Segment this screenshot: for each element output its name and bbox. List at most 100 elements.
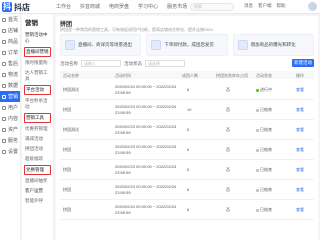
sidebar-item[interactable]: 店铺	[0, 25, 20, 36]
top-search-input[interactable]: 搜索	[190, 3, 234, 11]
sidebar-item[interactable]: 物流	[0, 69, 20, 80]
activity-name-cell: 拼团测试	[63, 127, 79, 132]
activity-time-cell: 2020/02/24 00:00:00 ~ 2022/02/24 23:59:5…	[115, 84, 177, 95]
avatar[interactable]	[308, 2, 317, 11]
nav-icon	[2, 83, 6, 88]
subnav-item[interactable]: 拼团活动	[22, 144, 53, 154]
status-dot-icon	[256, 88, 259, 92]
top-nav-item[interactable]: 电商罗盘	[109, 3, 129, 10]
nav-icon	[2, 72, 6, 77]
subnav-item[interactable]: 达人营销工具	[22, 68, 53, 84]
feature-icon	[237, 40, 248, 50]
help-link[interactable]: 帮助	[277, 3, 286, 9]
view-link[interactable]: 查看	[296, 87, 304, 93]
activity-name-label: 活动名称	[60, 60, 78, 66]
top-nav-item[interactable]: 抖音商城	[80, 3, 100, 10]
sidebar-item-label: 资产	[8, 127, 19, 133]
stock-occupancy-cell: 否	[226, 187, 230, 192]
new-activity-button[interactable]: 新建活动	[292, 59, 314, 67]
subnav-item[interactable]: 满减活动	[22, 134, 53, 144]
primary-sidebar: 首页店铺 商品 订单 售后 物流数据营销用户内容资产服务设置	[0, 14, 21, 240]
view-link[interactable]: 查看	[296, 127, 304, 133]
feature-card-label: 增加商品的曝光和转化	[250, 42, 296, 47]
activity-time-cell: 2020/02/24 00:00:00 ~ 2022/02/24 23:59:5…	[115, 184, 177, 195]
status-badge: 已结束	[256, 167, 272, 173]
subnav-item[interactable]: 平台秒杀活动	[22, 96, 53, 112]
sidebar-item[interactable]: 商品	[0, 36, 20, 47]
status-label: 已结束	[260, 167, 272, 172]
view-link[interactable]: 查看	[296, 187, 304, 193]
sidebar-item[interactable]: 设置	[0, 146, 20, 157]
status-dot-icon	[256, 168, 259, 172]
main-content: 拼团 拼团是一种常用的营销工具，可有效促进用户拉新，提高店铺成交转化，提升店铺G…	[56, 16, 318, 240]
activity-time-cell: 2020/02/23 00:00:00 ~ 2022/02/23 23:59:5…	[115, 164, 177, 175]
group-size-cell: 5	[187, 127, 190, 132]
subnav-item[interactable]: 直播间抽奖	[22, 176, 53, 186]
sidebar-item[interactable]: 资产	[0, 124, 20, 135]
view-link[interactable]: 查看	[296, 207, 304, 213]
nav-icon	[2, 138, 6, 143]
sidebar-item[interactable]: 订单	[0, 47, 20, 58]
activity-status-label: 活动状态	[124, 60, 142, 66]
sidebar-item[interactable]: 售后	[0, 58, 20, 69]
nav-icon	[2, 116, 6, 121]
sidebar-item[interactable]: 用户	[0, 102, 20, 113]
nav-icon	[2, 149, 6, 154]
sidebar-item-label: 首页	[8, 17, 19, 23]
status-label: 已结束	[260, 187, 272, 192]
sidebar-item-label: 数据	[8, 83, 19, 89]
status-label: 已结束	[260, 107, 272, 112]
sidebar-item[interactable]: 服务	[0, 135, 20, 146]
sidebar-item-label: 用户	[8, 105, 19, 111]
status-badge: 进行中	[256, 87, 272, 93]
column-header: 操作	[296, 72, 304, 78]
brand-logo[interactable]: 抖 抖店	[2, 1, 30, 13]
column-header: 活动名称	[63, 72, 79, 78]
subnav-item[interactable]: 超级福袋	[22, 154, 53, 164]
secondary-sidebar-title: 营销	[25, 20, 38, 27]
top-nav-item[interactable]: 学习中心	[138, 3, 158, 10]
stock-occupancy-cell: 否	[226, 207, 230, 212]
view-link[interactable]: 查看	[296, 147, 304, 153]
subnav-item[interactable]: 直播间营销	[24, 47, 51, 57]
activity-name-cell: 拼团	[63, 107, 71, 112]
status-label: 进行中	[260, 87, 272, 92]
page-description: 拼团是一种常用的营销工具，可有效促进用户拉新，提高店铺成交转化，提升店铺GMV	[60, 27, 214, 32]
view-link[interactable]: 查看	[296, 107, 304, 113]
subnav-item[interactable]: 智能外呼	[22, 196, 53, 206]
subnav-item[interactable]: 营销工具	[24, 113, 51, 123]
stock-occupancy-cell: 否	[226, 107, 230, 112]
activity-name-input[interactable]: 请输入	[81, 60, 121, 67]
sidebar-item[interactable]: 营销	[0, 91, 20, 102]
group-size-cell: 6	[187, 147, 190, 152]
stock-occupancy-cell: 否	[226, 167, 230, 172]
activity-status-select[interactable]: 请选择	[145, 60, 185, 67]
nav-icon	[2, 50, 6, 55]
client-link[interactable]: 客户端	[258, 3, 272, 9]
table-row: 拼团 2020/02/24 00:00:00 ~ 2022/02/24 23:59…	[60, 100, 314, 120]
table-row: 拼团测试 2020/02/23 00:00:00 ~ 2022/02/23 23:…	[60, 120, 314, 140]
top-nav-item[interactable]: 服务市场	[167, 3, 187, 10]
table-row: 拼团 2020/02/24 00:00:00 ~ 2022/02/24 23:59…	[60, 200, 314, 220]
activity-name-cell: 拼团	[63, 207, 71, 212]
secondary-sidebar: 营销 营销活动中心 直播间营销 限时限量购 达人营销工具 平台活动 平台秒杀活动 营销工具优…	[22, 14, 54, 240]
top-nav-item[interactable]: 工作台	[56, 3, 71, 10]
subnav-item[interactable]: 优惠券管理	[22, 124, 53, 134]
nav-icon	[2, 127, 6, 132]
message-link[interactable]: 消息	[244, 3, 253, 9]
activity-time-cell: 2020/02/23 00:00:00 ~ 2022/02/23 23:59:5…	[115, 124, 177, 135]
subnav-item[interactable]: 平台活动	[24, 85, 51, 95]
column-header: 拼团失败库存占用	[216, 72, 248, 78]
status-badge: 已结束	[256, 207, 272, 213]
subnav-item[interactable]: 限时限量购	[22, 58, 53, 68]
view-link[interactable]: 查看	[296, 167, 304, 173]
sidebar-item[interactable]: 首页	[0, 14, 20, 25]
group-size-cell: 8	[187, 207, 190, 212]
nav-icon	[2, 94, 6, 99]
sidebar-item[interactable]: 内容	[0, 113, 20, 124]
sidebar-item[interactable]: 数据	[0, 80, 20, 91]
status-badge: 已结束	[256, 147, 272, 153]
sidebar-item-label: 服务	[8, 138, 19, 144]
subnav-item[interactable]: 兑换管理	[24, 165, 51, 175]
status-label: 已结束	[260, 127, 272, 132]
